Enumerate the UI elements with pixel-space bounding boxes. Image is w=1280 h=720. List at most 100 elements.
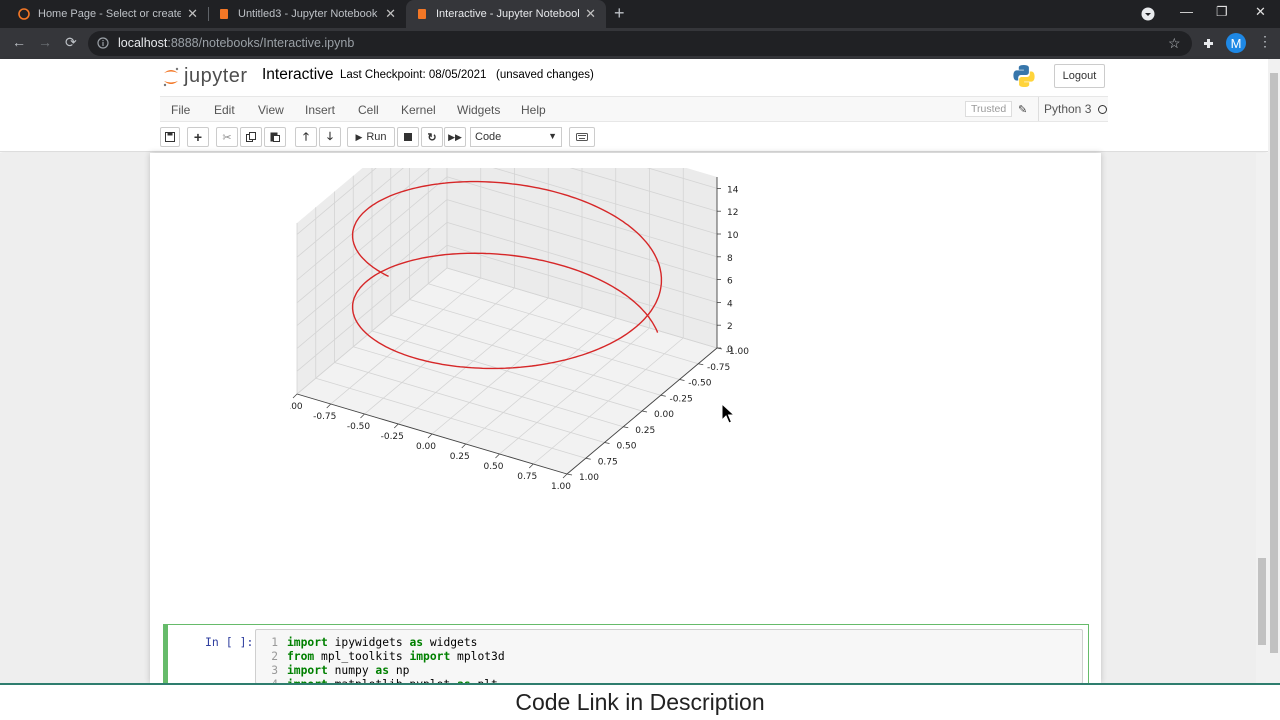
address-bar[interactable]: localhost:8888/notebooks/Interactive.ipy… <box>88 31 1192 56</box>
y-tick-label: 0.50 <box>616 442 636 452</box>
browser-scroll-thumb[interactable] <box>1270 73 1278 653</box>
run-label: Run <box>366 131 387 143</box>
z-tick-label: 10 <box>727 231 739 241</box>
fast-forward-icon: ▶▶ <box>448 131 462 142</box>
cell-type-value: Code <box>475 131 502 143</box>
stop-icon <box>404 133 412 141</box>
new-tab-button[interactable]: + <box>614 3 625 24</box>
minimize-icon[interactable]: — <box>1180 4 1193 19</box>
y-tick-mark <box>679 379 685 381</box>
bookmark-star-icon[interactable]: ☆ <box>1168 35 1181 52</box>
code-text: import ipywidgets as widgets <box>287 636 478 649</box>
jupyter-favicon-icon <box>18 8 30 20</box>
forward-icon[interactable]: → <box>38 34 52 50</box>
cell-type-select[interactable]: Code ▼ <box>470 127 562 147</box>
trusted-indicator[interactable]: Trusted <box>965 101 1013 117</box>
y-tick-mark <box>698 363 704 366</box>
last-checkpoint: Last Checkpoint: 08/05/2021 <box>340 69 487 81</box>
tab-search-icon[interactable] <box>1141 7 1155 21</box>
z-tick-label: 14 <box>727 185 739 195</box>
restart-kernel-button[interactable]: ↻ <box>421 127 443 147</box>
paste-icon <box>270 132 280 142</box>
x-tick-mark <box>393 423 399 429</box>
paste-button[interactable] <box>264 127 286 147</box>
insert-cell-button[interactable]: + <box>187 127 209 147</box>
restart-run-all-button[interactable]: ▶▶ <box>444 127 466 147</box>
y-tick-mark <box>604 442 610 444</box>
kernel-indicator[interactable]: Python 3 <box>1038 97 1108 121</box>
cell-prompt: In [ ]: <box>205 635 254 649</box>
z-tick-label: 2 <box>727 322 733 332</box>
extensions-icon[interactable] <box>1202 37 1215 50</box>
y-tick-mark <box>660 394 666 397</box>
x-tick-mark <box>360 413 365 419</box>
menu-file[interactable]: File <box>171 103 190 117</box>
x-tick-mark <box>528 463 534 469</box>
browser-menu-icon[interactable]: ⋮ <box>1258 33 1272 50</box>
menu-insert[interactable]: Insert <box>305 103 335 117</box>
y-tick-label: 1.00 <box>579 473 599 483</box>
video-caption: Code Link in Description <box>0 683 1280 720</box>
url-text: localhost:8888/notebooks/Interactive.ipy… <box>118 36 355 50</box>
notebook-name[interactable]: Interactive <box>262 66 334 84</box>
interrupt-kernel-button[interactable] <box>397 127 419 147</box>
y-tick-label: 0.25 <box>635 426 655 436</box>
menu-bar: File Edit View Insert Cell Kernel Widget… <box>160 96 1108 122</box>
close-tab-icon[interactable]: ✕ <box>187 6 198 22</box>
jupyter-header: jupyter Interactive Last Checkpoint: 08/… <box>0 59 1268 152</box>
close-tab-icon[interactable]: ✕ <box>585 6 596 22</box>
move-down-button[interactable]: 🡓 <box>319 127 341 147</box>
z-tick-label: 0 <box>727 345 733 355</box>
reload-icon[interactable]: ⟳ <box>65 34 77 51</box>
menu-view[interactable]: View <box>258 103 284 117</box>
browser-tab-bar: Home Page - Select or create a n ✕ Untit… <box>0 0 1280 28</box>
browser-tab-home[interactable]: Home Page - Select or create a n ✕ <box>8 0 208 28</box>
menu-kernel[interactable]: Kernel <box>401 103 436 117</box>
x-tick-mark <box>326 403 332 409</box>
profile-avatar[interactable]: M <box>1226 33 1246 53</box>
x-tick-mark <box>461 443 467 449</box>
notebook-scrollbar[interactable] <box>1256 153 1268 683</box>
y-tick-label: 0.00 <box>654 410 674 420</box>
menu-widgets[interactable]: Widgets <box>457 103 500 117</box>
x-tick-label: 0.25 <box>450 452 470 462</box>
move-up-button[interactable]: 🡑 <box>295 127 317 147</box>
site-info-icon[interactable] <box>97 37 109 49</box>
copy-button[interactable] <box>240 127 262 147</box>
arrow-down-icon: 🡓 <box>327 130 333 143</box>
close-window-icon[interactable]: ✕ <box>1255 4 1266 20</box>
logout-button[interactable]: Logout <box>1054 64 1105 88</box>
x-tick-label: -0.50 <box>347 422 371 432</box>
menu-cell[interactable]: Cell <box>358 103 379 117</box>
browser-tab-interactive[interactable]: Interactive - Jupyter Notebook ✕ <box>406 0 606 28</box>
command-palette-button[interactable] <box>569 127 595 147</box>
notebook-scroll-thumb[interactable] <box>1258 558 1266 645</box>
x-tick-label: 0.00 <box>416 442 436 452</box>
x-tick-mark <box>292 393 298 399</box>
menu-edit[interactable]: Edit <box>214 103 235 117</box>
tab-title: Home Page - Select or create a n <box>38 8 182 20</box>
y-tick-mark <box>641 410 648 413</box>
line-number: 2 <box>271 650 278 663</box>
cut-button[interactable]: ✂ <box>216 127 238 147</box>
notebook-favicon-icon <box>220 9 228 19</box>
maximize-icon[interactable]: ❐ <box>1216 4 1228 20</box>
jupyter-logo[interactable]: jupyter <box>162 65 248 88</box>
menu-help[interactable]: Help <box>521 103 546 117</box>
x-tick-label: -1.00 <box>290 402 303 412</box>
unsaved-status: (unsaved changes) <box>496 69 594 81</box>
kernel-idle-icon <box>1098 104 1108 114</box>
plus-icon: + <box>193 129 203 145</box>
browser-scrollbar[interactable] <box>1268 59 1280 683</box>
z-tick-label: 6 <box>727 277 733 287</box>
line-number: 3 <box>271 664 278 677</box>
code-editor[interactable]: 1 import ipywidgets as widgets 2 from mpl_t… <box>255 629 1083 684</box>
save-button[interactable] <box>160 127 180 147</box>
browser-tab-untitled3[interactable]: Untitled3 - Jupyter Notebook ✕ <box>208 0 406 28</box>
back-icon[interactable]: ← <box>12 34 26 50</box>
jupyter-logo-text: jupyter <box>184 65 248 87</box>
run-button[interactable]: ▶ Run <box>347 127 395 147</box>
close-tab-icon[interactable]: ✕ <box>385 6 396 22</box>
x-tick-mark <box>427 433 433 439</box>
code-line: 1 import ipywidgets as widgets <box>256 636 1082 650</box>
